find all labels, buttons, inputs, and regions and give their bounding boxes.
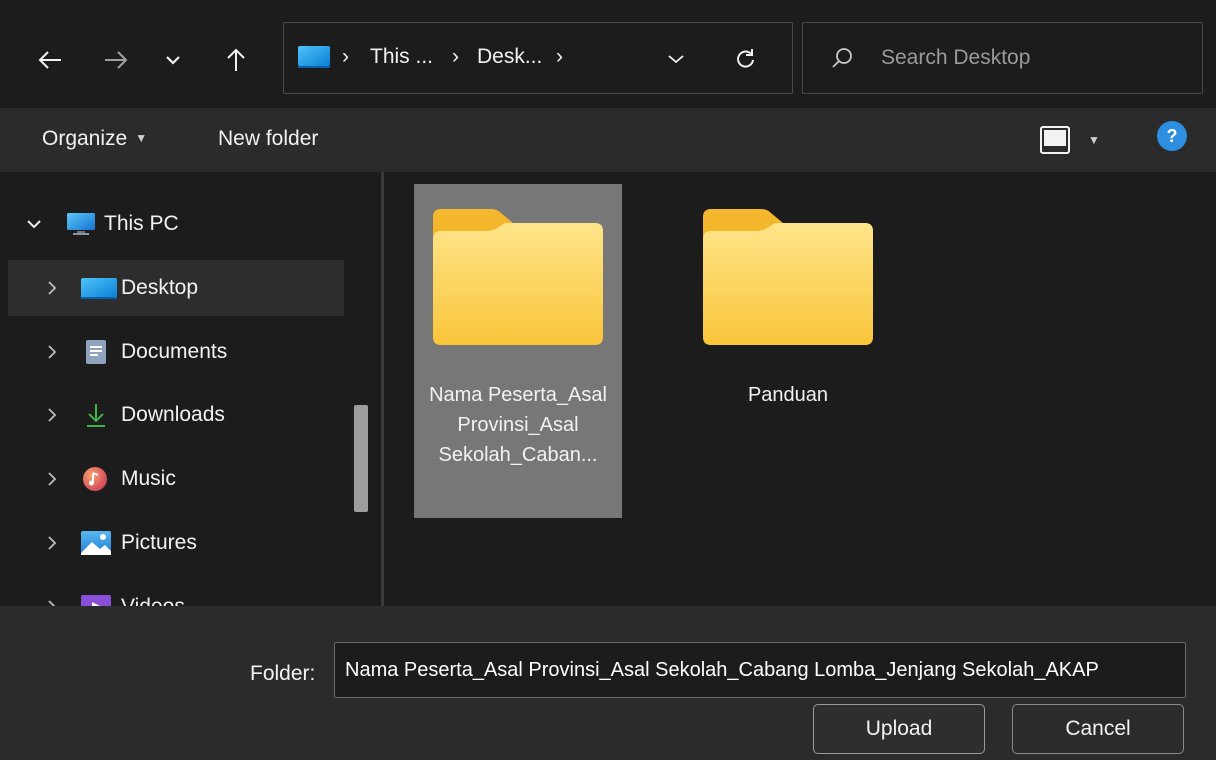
up-button[interactable] [216,38,256,82]
search-box[interactable] [802,22,1203,94]
nav-item-music[interactable]: Music [8,451,344,507]
desktop-icon [81,278,117,299]
breadcrumb-this-pc[interactable]: This ... [370,45,433,69]
expand-chevron-right-icon[interactable] [44,344,60,360]
nav-item-desktop[interactable]: Desktop [8,260,344,316]
file-upload-dialog: › This ... › Desk... › Search Desktop Or… [0,0,1216,760]
nav-item-label: Desktop [121,276,199,299]
navigation-pane: This PC Desktop Documents Downloads Musi… [0,172,382,606]
documents-icon [86,340,106,364]
expand-chevron-right-icon[interactable] [44,599,60,606]
breadcrumb-separator: › [342,45,349,68]
nav-item-pictures[interactable]: Pictures [8,515,344,571]
help-button[interactable]: ? [1157,121,1187,151]
folder-icon [433,209,603,345]
address-bar-row: › This ... › Desk... › [0,0,1216,108]
view-options-dropdown[interactable]: ▼ [1084,126,1104,154]
expand-chevron-right-icon[interactable] [44,535,60,551]
folder-tile[interactable]: Nama Peserta_Asal Provinsi_Asal Sekolah_… [414,184,622,518]
download-icon [87,404,105,427]
forward-arrow-icon [105,51,128,69]
folder-field-label: Folder: [250,662,316,685]
view-pane-icon [1040,126,1070,154]
folder-name: Panduan [747,384,829,406]
folder-tile[interactable]: Panduan [684,184,892,518]
caret-down-icon: ▼ [135,131,148,145]
breadcrumb-separator: › [452,45,459,68]
nav-item-downloads[interactable]: Downloads [8,387,344,443]
dialog-footer: Folder: Upload Cancel [0,606,1216,760]
cancel-button[interactable]: Cancel [1012,704,1184,754]
monitor-icon [67,213,95,235]
up-arrow-icon [227,48,245,71]
chevron-down-icon [166,56,180,65]
folder-name: Nama Peserta_Asal Provinsi_Asal Sekolah_… [429,384,607,466]
address-history-dropdown[interactable] [656,43,696,75]
back-button[interactable] [30,38,70,82]
organize-menu-button[interactable]: Organize ▼ [42,127,147,151]
nav-item-this-pc[interactable]: This PC [8,196,344,252]
folder-name-input[interactable] [334,642,1186,698]
upload-button[interactable]: Upload [813,704,985,754]
breadcrumb-desktop[interactable]: Desk... [477,45,542,69]
music-icon [83,467,107,491]
nav-item-label: This PC [104,212,179,235]
expand-chevron-right-icon[interactable] [44,471,60,487]
nav-item-videos[interactable]: Videos [8,579,344,606]
breadcrumb-separator: › [556,45,563,68]
search-input[interactable] [881,41,1181,75]
file-list-view: Nama Peserta_Asal Provinsi_Asal Sekolah_… [384,172,1216,606]
organize-label: Organize [42,127,128,150]
chevron-down-icon [668,55,684,64]
search-icon [832,48,852,68]
command-bar: Organize ▼ New folder ▼ [0,108,1216,172]
recent-locations-button[interactable] [156,38,190,82]
desktop-icon [298,46,330,68]
nav-pane-scrollbar-thumb[interactable] [354,405,368,512]
nav-item-label: Downloads [121,403,225,426]
refresh-button[interactable] [726,41,766,77]
folder-icon [703,209,873,345]
nav-item-documents[interactable]: Documents [8,324,344,380]
nav-item-label: Music [121,467,176,490]
expand-chevron-down-icon[interactable] [26,216,42,232]
forward-button[interactable] [96,38,136,82]
breadcrumb[interactable]: › This ... › Desk... › [283,22,793,94]
back-arrow-icon [38,51,61,69]
change-view-button[interactable] [1038,124,1072,156]
videos-icon [81,595,111,606]
expand-chevron-right-icon[interactable] [44,407,60,423]
nav-item-label: Documents [121,340,228,363]
refresh-icon [737,49,754,68]
expand-chevron-right-icon[interactable] [44,280,60,296]
new-folder-button[interactable]: New folder [218,127,318,151]
pictures-icon [81,531,111,555]
nav-item-label: Videos [121,595,185,606]
nav-item-label: Pictures [121,531,197,554]
